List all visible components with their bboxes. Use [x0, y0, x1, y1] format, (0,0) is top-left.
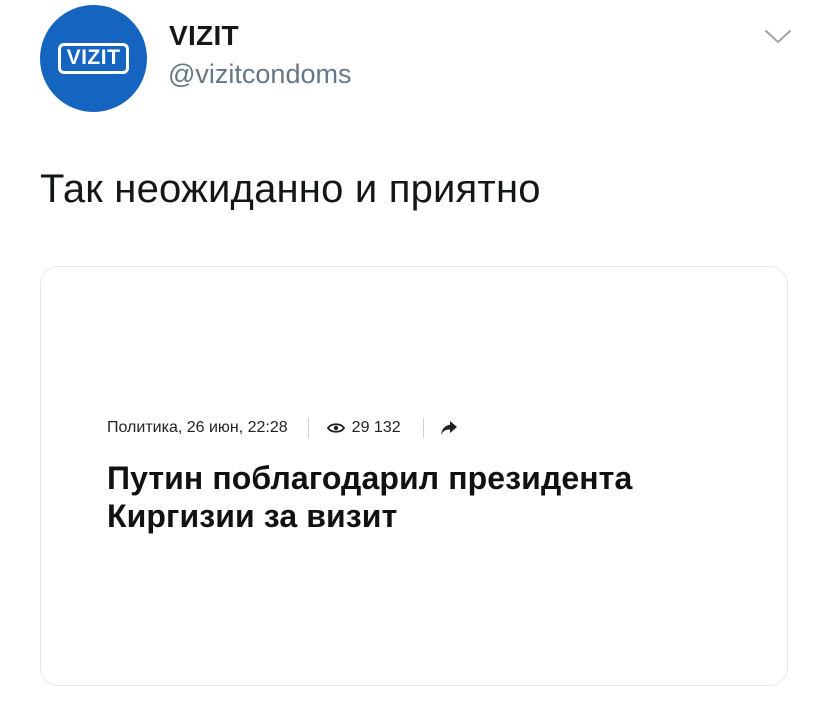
avatar[interactable]: VIZIT [40, 5, 147, 112]
media-card[interactable]: Политика, 26 июн, 22:28 29 132 Путин поб… [40, 266, 788, 686]
avatar-logo: VIZIT [57, 43, 130, 74]
chevron-down-icon[interactable] [763, 26, 793, 46]
article-headline[interactable]: Путин поблагодарил президента Киргизии з… [107, 459, 747, 535]
article-category-date: Политика, 26 июн, 22:28 [107, 419, 288, 436]
divider [422, 418, 424, 438]
user-handle[interactable]: @vizitcondoms [168, 58, 351, 90]
display-name[interactable]: VIZIT [169, 20, 239, 52]
article-meta: Политика, 26 июн, 22:28 29 132 [107, 417, 458, 439]
divider [307, 418, 309, 438]
view-count: 29 132 [351, 419, 401, 436]
eye-icon [326, 423, 345, 433]
tweet-text: Так неожиданно и приятно [40, 167, 541, 211]
share-arrow-icon[interactable] [440, 420, 458, 436]
